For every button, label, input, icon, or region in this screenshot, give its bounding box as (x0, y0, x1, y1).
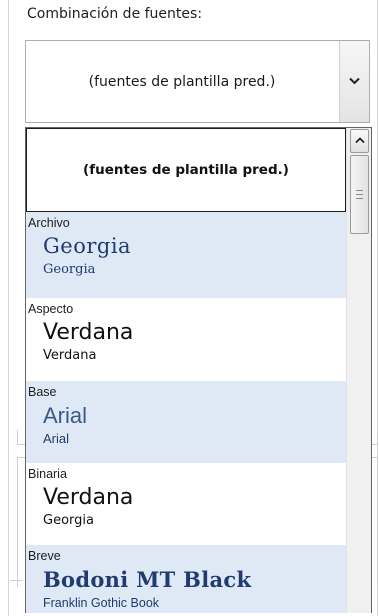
body-font-sample: Georgia (43, 262, 96, 277)
font-combination-select[interactable]: (fuentes de plantilla pred.) (25, 40, 370, 123)
list-item-base[interactable]: Base Arial Arial (26, 381, 346, 463)
heading-font-sample: Georgia (43, 234, 132, 258)
chevron-up-icon (354, 136, 365, 147)
theme-name: Binaria (28, 467, 67, 481)
list-item-breve[interactable]: Breve Bodoni MT Black Franklin Gothic Bo… (26, 545, 346, 613)
list-item-aspecto[interactable]: Aspecto Verdana Verdana (26, 298, 346, 381)
body-font-sample: Georgia (43, 513, 94, 528)
theme-name: Breve (28, 549, 61, 563)
heading-font-sample: Verdana (43, 320, 134, 345)
heading-font-sample: Verdana (43, 485, 134, 510)
chevron-down-icon (349, 74, 360, 89)
theme-name: Aspecto (28, 302, 74, 316)
font-combination-label: Combinación de fuentes: (27, 6, 203, 22)
list-item-default-fonts[interactable]: (fuentes de plantilla pred.) (26, 128, 346, 212)
list-item-binaria[interactable]: Binaria Verdana Georgia (26, 463, 346, 545)
list-item-label: (fuentes de plantilla pred.) (83, 162, 289, 178)
vertical-scrollbar[interactable] (346, 128, 371, 613)
theme-name: Archivo (28, 216, 70, 230)
theme-name: Base (28, 385, 57, 399)
body-font-sample: Franklin Gothic Book (43, 596, 160, 610)
list-item-archivo[interactable]: Archivo Georgia Georgia (26, 212, 346, 298)
dropdown-button[interactable] (339, 41, 369, 122)
font-options-list: (fuentes de plantilla pred.) Archivo Geo… (26, 128, 346, 613)
heading-font-sample: Bodoni MT Black (43, 567, 252, 592)
grip-lines-icon (356, 190, 363, 199)
font-combination-value: (fuentes de plantilla pred.) (88, 73, 276, 90)
heading-font-sample: Arial (43, 403, 88, 428)
body-font-sample: Verdana (43, 348, 97, 363)
body-font-sample: Arial (43, 431, 70, 446)
scroll-thumb[interactable] (350, 155, 369, 234)
background-divider (10, 580, 22, 581)
scroll-up-button[interactable] (350, 129, 369, 153)
font-combination-dropdown-list: (fuentes de plantilla pred.) Archivo Geo… (25, 127, 372, 613)
